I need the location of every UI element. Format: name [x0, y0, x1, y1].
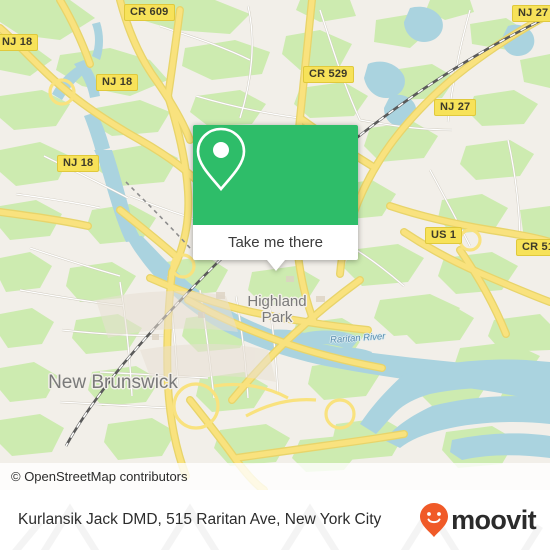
road-shield-nj-18-n[interactable]: NJ 18 [96, 74, 139, 91]
road-shield-us-1[interactable]: US 1 [425, 227, 463, 244]
road-shield-nj-27-ne[interactable]: NJ 27 [512, 5, 550, 22]
take-me-there-label: Take me there [227, 234, 324, 251]
location-title: Kurlansik Jack DMD, 515 Raritan Ave, New… [18, 511, 382, 528]
road-shield-cr-529[interactable]: CR 529 [303, 66, 354, 83]
road-shield-cr-609[interactable]: CR 609 [124, 4, 175, 21]
road-shield-cr-51[interactable]: CR 51 [516, 239, 550, 256]
footer-bar: Kurlansik Jack DMD, 515 Raritan Ave, New… [0, 490, 550, 550]
moovit-smile-pin-icon [420, 503, 449, 537]
map-pin-icon [196, 127, 246, 192]
road-shield-nj-18-nw[interactable]: NJ 18 [0, 34, 39, 51]
map-canvas[interactable]: Highland Park New Brunswick Raritan Rive… [0, 0, 550, 490]
osm-attribution-text[interactable]: © OpenStreetMap contributors [11, 469, 188, 484]
popup-footer[interactable]: Take me there [193, 225, 358, 260]
moovit-brand[interactable]: moovit [419, 502, 537, 538]
location-popup[interactable]: Take me there [193, 125, 358, 271]
popup-pointer [266, 260, 285, 271]
map-attribution-bar: © OpenStreetMap contributors [0, 463, 550, 490]
map-screenshot: Highland Park New Brunswick Raritan Rive… [0, 0, 550, 550]
road-shield-nj-18-w[interactable]: NJ 18 [57, 155, 100, 172]
moovit-wordmark: moovit [451, 504, 537, 535]
road-shield-nj-27-e[interactable]: NJ 27 [434, 99, 477, 116]
popup-header [193, 125, 358, 225]
